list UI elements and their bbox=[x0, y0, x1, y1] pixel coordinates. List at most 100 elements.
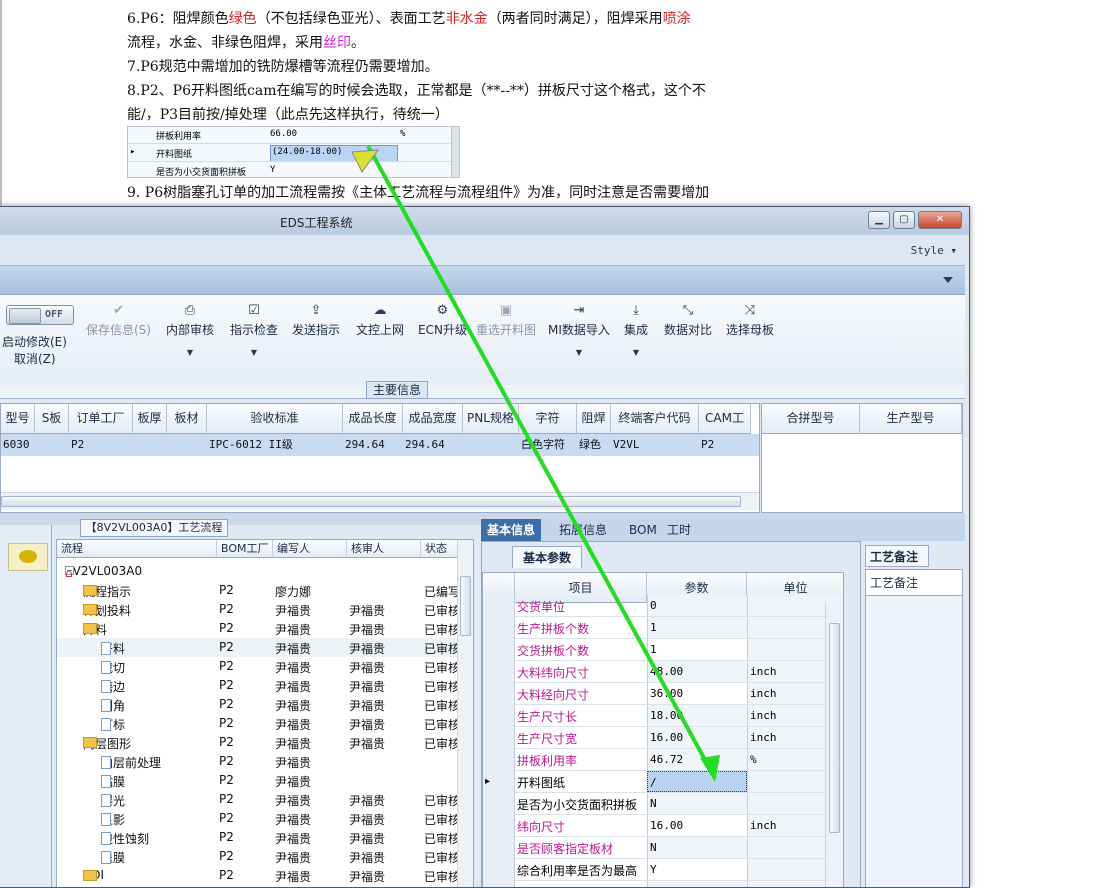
column-header[interactable]: 成品宽度 bbox=[403, 404, 463, 434]
column-header[interactable]: 流程 bbox=[57, 540, 217, 558]
column-header[interactable]: 型号 bbox=[1, 404, 35, 434]
param-row[interactable]: 拼板利用率 46.72% bbox=[483, 749, 843, 771]
param-row[interactable]: 生产拼板个数 1 bbox=[483, 617, 843, 639]
tab-work-hours[interactable]: 工时 bbox=[661, 519, 697, 541]
tab-bom[interactable]: BOM bbox=[623, 519, 663, 541]
params-scrollbar[interactable] bbox=[825, 603, 843, 887]
scroll-thumb[interactable] bbox=[1, 496, 741, 507]
horizontal-scrollbar[interactable] bbox=[1, 492, 759, 510]
param-value[interactable]: 36.00 bbox=[647, 683, 747, 704]
column-header[interactable]: 编写人 bbox=[273, 540, 347, 558]
param-row[interactable]: 生产尺寸长 18.00 inch bbox=[483, 705, 843, 727]
column-header[interactable]: 终端客户代码 bbox=[611, 404, 699, 434]
column-header[interactable]: 成品长度 bbox=[343, 404, 403, 434]
tree-row[interactable]: 酸性蚀刻 P2 尹福贵 尹福贵 已审核 bbox=[57, 828, 460, 847]
maximize-button[interactable]: ▢ bbox=[893, 211, 915, 229]
toolbar-button[interactable]: ⚙ ECN升级 bbox=[418, 303, 467, 338]
column-header[interactable]: 验收标准 bbox=[207, 404, 343, 434]
process-flow-tab[interactable]: 【8V2VL003A0】工艺流程 bbox=[80, 519, 228, 537]
tree-row[interactable]: −开料 P2 尹福贵 尹福贵 已审核 bbox=[57, 619, 460, 638]
tree-row[interactable]: 磨边 P2 尹福贵 尹福贵 已审核 bbox=[57, 676, 460, 695]
collapse-ribbon-icon[interactable] bbox=[943, 277, 953, 283]
toolbar-button[interactable]: ⇥ MI数据导入 ▼ bbox=[548, 303, 610, 357]
column-header[interactable]: 字符 bbox=[519, 404, 577, 434]
param-value[interactable]: N bbox=[647, 793, 747, 814]
toolbar-button[interactable]: ☁ 文控上网 bbox=[356, 303, 404, 338]
tree-row[interactable]: 贴膜 P2 尹福贵 bbox=[57, 771, 457, 790]
tree-row[interactable]: 圆角 P2 尹福贵 尹福贵 已审核 bbox=[57, 695, 460, 714]
column-header[interactable]: 订单工厂 bbox=[69, 404, 133, 434]
param-value[interactable]: 46.72 bbox=[647, 749, 747, 770]
column-header[interactable]: 核审人 bbox=[347, 540, 421, 558]
param-row[interactable]: 是否顾客指定板材 N bbox=[483, 837, 843, 859]
tree-row[interactable]: − ⌂ 8V2VL003A0 bbox=[57, 562, 457, 581]
tab-extended-info[interactable]: 拓展信息 bbox=[553, 519, 613, 541]
param-row[interactable]: 交货单位 0 bbox=[483, 595, 843, 617]
toolbar-button[interactable]: ⇪ 发送指示 bbox=[292, 303, 340, 338]
param-row[interactable]: 大料经向尺寸 36.00 inch bbox=[483, 683, 843, 705]
chevron-down-icon[interactable]: ▼ bbox=[624, 348, 648, 357]
param-value[interactable]: / bbox=[647, 771, 747, 792]
tab-basic-info[interactable]: 基本信息 bbox=[481, 519, 542, 541]
close-button[interactable]: ✕ bbox=[918, 211, 962, 229]
tree-row[interactable]: 退膜 P2 尹福贵 尹福贵 已审核 bbox=[57, 847, 460, 866]
chat-bubble-icon[interactable] bbox=[8, 543, 48, 571]
chevron-down-icon[interactable]: ▼ bbox=[166, 348, 214, 357]
tree-row[interactable]: 显影 P2 尹福贵 尹福贵 已审核 bbox=[57, 809, 460, 828]
off-toggle[interactable]: OFF bbox=[6, 305, 74, 325]
tree-row[interactable]: +流程指示 P2 廖力娜 已编写 bbox=[57, 581, 460, 600]
toolbar-button[interactable]: ▣ 重选开料图 bbox=[476, 303, 536, 338]
column-header[interactable]: 状态 bbox=[421, 540, 461, 558]
param-value[interactable]: 16.00 bbox=[647, 727, 747, 748]
param-row[interactable]: 大料纬向尺寸 48.00 inch bbox=[483, 661, 843, 683]
tree-row[interactable]: 打标 P2 尹福贵 尹福贵 已审核 bbox=[57, 714, 460, 733]
param-value[interactable]: 1 bbox=[647, 617, 747, 638]
param-value[interactable]: 1 bbox=[647, 639, 747, 660]
style-menu[interactable]: Style ▾ bbox=[911, 244, 957, 257]
toolbar-button[interactable]: ✔ 保存信息(S) bbox=[86, 303, 151, 338]
chevron-down-icon[interactable]: ▼ bbox=[230, 348, 278, 357]
tree-row[interactable]: 内层前处理 P2 尹福贵 bbox=[57, 752, 457, 771]
scroll-thumb[interactable] bbox=[460, 576, 471, 636]
tree-row[interactable]: +内层图形 P2 尹福贵 尹福贵 已审核 bbox=[57, 733, 460, 752]
param-row[interactable]: 纬向尺寸 16.00 inch bbox=[483, 815, 843, 837]
toolbar-button[interactable]: ☑ 指示检查 ▼ bbox=[230, 303, 278, 357]
column-header[interactable]: 板厚 bbox=[133, 404, 167, 434]
param-row[interactable]: 生产尺寸宽 16.00 inch bbox=[483, 727, 843, 749]
section-tab-main-info[interactable]: 主要信息 bbox=[366, 381, 428, 399]
minimize-button[interactable]: ▁ bbox=[868, 211, 890, 229]
toolbar-button[interactable]: ⤨ 选择母板 bbox=[726, 303, 774, 338]
column-header[interactable]: 合拼型号 bbox=[762, 404, 860, 434]
param-row[interactable]: 综合利用率46.72% bbox=[483, 881, 843, 887]
tree-row[interactable]: 曝光 P2 尹福贵 尹福贵 已审核 bbox=[57, 790, 460, 809]
tree-row[interactable]: +AOI P2 尹福贵 尹福贵 已审核 bbox=[57, 866, 460, 885]
cancel-button[interactable]: 取消(Z) bbox=[14, 350, 56, 367]
auto-modify-button[interactable]: 启动修改(E) bbox=[2, 333, 67, 350]
param-row[interactable]: 综合利用率是否为最高 Y bbox=[483, 859, 843, 881]
column-header[interactable]: 阻焊 bbox=[577, 404, 611, 434]
param-value[interactable]: Y bbox=[647, 859, 747, 880]
scroll-thumb[interactable] bbox=[829, 623, 840, 833]
param-row[interactable]: 是否为小交货面积拼板 N bbox=[483, 793, 843, 815]
toolbar-button[interactable]: ⎙ 内部审核 ▼ bbox=[166, 303, 214, 357]
param-value[interactable]: 48.00 bbox=[647, 661, 747, 682]
param-value[interactable]: 0 bbox=[647, 595, 747, 616]
param-value[interactable]: 16.00 bbox=[647, 815, 747, 836]
tree-row[interactable]: 开料 P2 尹福贵 尹福贵 已审核 bbox=[57, 638, 460, 657]
column-header[interactable]: PNL规格 bbox=[463, 404, 519, 434]
param-value[interactable]: 18.00 bbox=[647, 705, 747, 726]
column-header[interactable]: S板 bbox=[35, 404, 69, 434]
column-header[interactable]: CAM工 bbox=[699, 404, 751, 434]
tab-process-notes[interactable]: 工艺备注 bbox=[865, 545, 929, 567]
param-value[interactable]: N bbox=[647, 837, 747, 858]
column-header[interactable]: BOM工厂 bbox=[217, 540, 273, 558]
tab-basic-params[interactable]: 基本参数 bbox=[512, 546, 582, 568]
param-row[interactable]: ▸ 开料图纸 / bbox=[483, 771, 843, 793]
tree-scrollbar[interactable] bbox=[457, 540, 473, 887]
chevron-down-icon[interactable]: ▼ bbox=[548, 348, 610, 357]
column-header[interactable]: 板材 bbox=[167, 404, 207, 434]
tree-row[interactable]: 裁切 P2 尹福贵 尹福贵 已审核 bbox=[57, 657, 460, 676]
tree-row[interactable]: +计划投料 P2 尹福贵 尹福贵 已审核 bbox=[57, 600, 460, 619]
param-row[interactable]: 交货拼板个数 1 bbox=[483, 639, 843, 661]
toolbar-button[interactable]: ⤡ 数据对比 bbox=[664, 303, 712, 338]
